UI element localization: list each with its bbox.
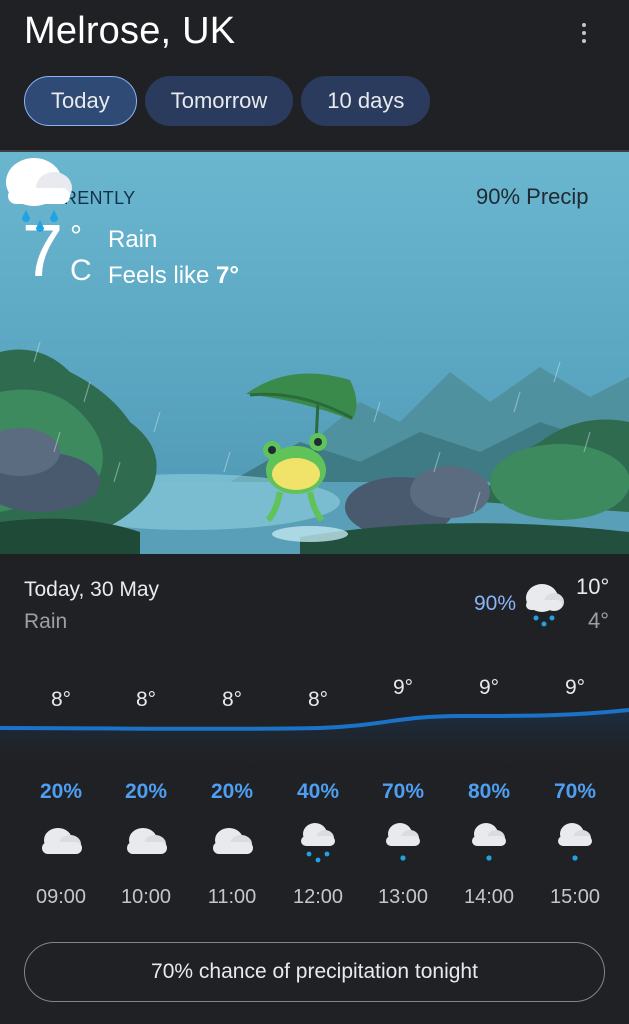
drizzle-cloud-icon <box>472 823 506 861</box>
hour-time: 09:00 <box>35 886 87 908</box>
hour-temp: 8° <box>221 688 243 711</box>
drizzle-cloud-icon <box>558 823 592 861</box>
location-title: Melrose, UK <box>24 10 236 52</box>
hour-precip: 20% <box>124 780 168 803</box>
hour-precip: 20% <box>210 780 254 803</box>
hour-column[interactable]: 70% 15:00 <box>535 780 615 909</box>
cloud-icon <box>213 828 253 854</box>
feels-like: Feels like 7° <box>108 262 239 290</box>
rain-cloud-icon <box>301 823 335 863</box>
hour-temp: 9° <box>392 676 414 699</box>
tab-tomorrow[interactable]: Tomorrow <box>144 76 294 126</box>
drizzle-cloud-icon <box>386 823 420 861</box>
hour-column[interactable]: 70% 13:00 <box>363 780 443 909</box>
more-options-icon[interactable] <box>574 18 594 48</box>
hour-time: 11:00 <box>207 886 257 908</box>
feels-like-prefix: Feels like <box>108 262 210 289</box>
today-summary[interactable]: Today, 30 May Rain 90% 10° 4° <box>0 554 629 664</box>
hour-column[interactable]: 20% 11:00 <box>192 780 272 909</box>
hour-precip: 20% <box>39 780 83 803</box>
summary-date: Today, 30 May <box>24 578 160 601</box>
hour-column[interactable]: 20% 09:00 <box>21 780 101 909</box>
summary-high: 10° <box>576 574 610 599</box>
day-tabs: Today Tomorrow 10 days <box>24 76 431 126</box>
cloud-icon <box>127 828 167 854</box>
hour-precip: 70% <box>553 780 597 803</box>
hour-precip: 70% <box>381 780 425 803</box>
hour-time: 14:00 <box>463 886 515 908</box>
hour-column[interactable]: 20% 10:00 <box>106 780 186 909</box>
hour-column[interactable]: 80% 14:00 <box>449 780 529 909</box>
tab-today[interactable]: Today <box>24 76 137 126</box>
hour-time: 15:00 <box>549 886 601 908</box>
hour-column[interactable]: 40% 12:00 <box>278 780 358 909</box>
hour-temp: 8° <box>50 688 72 711</box>
hour-precip: 80% <box>467 780 511 803</box>
tonight-precipitation-button[interactable]: 70% chance of precipitation tonight <box>24 942 605 1002</box>
rainy-frog-illustration <box>0 341 629 554</box>
current-precip: 90% Precip <box>476 184 589 209</box>
summary-condition: Rain <box>24 610 68 633</box>
hour-time: 13:00 <box>377 886 429 908</box>
hourly-temperature-graph: 8° 8° 8° 8° 9° 9° 9° <box>0 664 629 774</box>
cloud-icon <box>42 828 82 854</box>
feels-like-value: 7° <box>216 262 239 289</box>
hour-temp: 9° <box>564 676 586 699</box>
summary-precip: 90% <box>474 592 517 615</box>
rain-cloud-icon <box>526 584 564 627</box>
rain-cloud-icon <box>6 158 72 232</box>
hour-time: 12:00 <box>292 886 344 908</box>
hour-time: 10:00 <box>120 886 172 908</box>
hour-temp: 9° <box>478 676 500 699</box>
hour-temp: 8° <box>135 688 157 711</box>
header: Melrose, UK Today Tomorrow 10 days <box>0 0 629 152</box>
summary-low: 4° <box>588 608 610 633</box>
tab-10-days[interactable]: 10 days <box>301 76 431 126</box>
temperature-unit: C <box>70 254 92 287</box>
current-condition: Rain <box>108 226 158 253</box>
hour-temp: 8° <box>307 688 329 711</box>
temperature-curve <box>0 708 629 774</box>
current-weather-hero: CURRENTLY 7 ° C Rain Feels like 7° 90% P… <box>0 152 629 554</box>
hour-precip: 40% <box>296 780 340 803</box>
